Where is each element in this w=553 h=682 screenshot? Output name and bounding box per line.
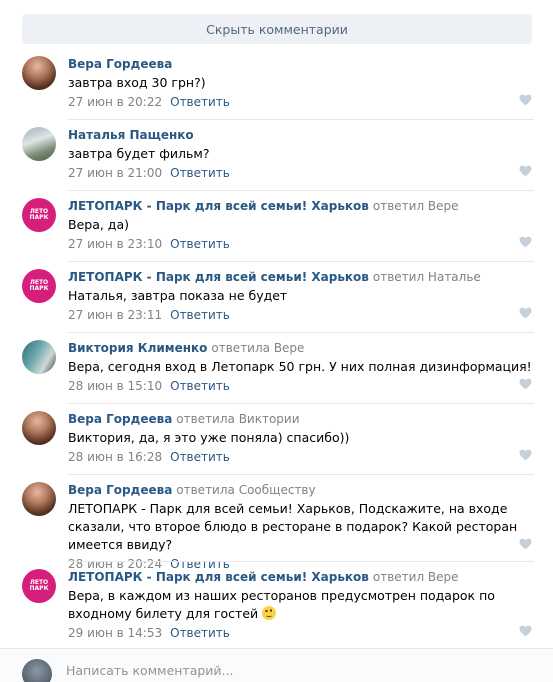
vera-avatar[interactable] (22, 482, 56, 516)
letopark-avatar[interactable]: ЛЕТО ПАРК (22, 198, 56, 232)
comment-author[interactable]: Наталья Пащенко (68, 128, 194, 142)
reply-button[interactable]: Ответить (170, 379, 230, 393)
reply-to-label[interactable]: ответил Наталье (373, 270, 481, 284)
reply-button[interactable]: Ответить (170, 308, 230, 322)
comment-item: Вера Гордеева ответила Виктории Виктория… (22, 411, 534, 475)
natalya-avatar[interactable] (22, 127, 56, 161)
current-user-avatar (22, 659, 52, 682)
hide-comments-button[interactable]: Скрыть комментарии (22, 14, 532, 44)
comment-time[interactable]: 29 июн в 14:53 (68, 626, 162, 640)
write-comment-box: Написать комментарий... (0, 648, 553, 682)
comment-time[interactable]: 28 июн в 16:28 (68, 450, 162, 464)
comment-text: завтра вход 30 грн?) (68, 75, 206, 90)
heart-icon[interactable] (519, 94, 532, 106)
comment-text: ЛЕТОПАРК - Парк для всей семьи! Харьков,… (68, 501, 518, 552)
logo-text: ПАРК (29, 285, 49, 292)
reply-button[interactable]: Ответить (170, 95, 230, 109)
comment-time[interactable]: 27 июн в 23:10 (68, 237, 162, 251)
heart-icon[interactable] (519, 378, 532, 390)
heart-icon[interactable] (519, 538, 532, 550)
reply-button[interactable]: Ответить (170, 626, 230, 640)
comment-input[interactable]: Написать комментарий... (66, 663, 233, 678)
vera-avatar[interactable] (22, 56, 56, 90)
heart-icon[interactable] (519, 625, 532, 637)
comment-item: Вера Гордеева ответила Сообществу ЛЕТОПА… (22, 482, 534, 571)
reply-to-label[interactable]: ответил Вере (373, 570, 459, 584)
comment-text: Вера, сегодня вход в Летопарк 50 грн. У … (68, 359, 532, 374)
comment-text: завтра будет фильм? (68, 146, 210, 161)
letopark-avatar[interactable]: ЛЕТО ПАРК (22, 569, 56, 603)
comment-author[interactable]: Виктория Клименко (68, 341, 207, 355)
heart-icon[interactable] (519, 307, 532, 319)
logo-text: ПАРК (29, 214, 49, 221)
heart-icon[interactable] (519, 449, 532, 461)
vera-avatar[interactable] (22, 411, 56, 445)
reply-button[interactable]: Ответить (170, 450, 230, 464)
comment-item: Вера Гордеева завтра вход 30 грн?) 27 ию… (22, 56, 534, 120)
heart-icon[interactable] (519, 165, 532, 177)
comment-item: ЛЕТО ПАРК ЛЕТОПАРК - Парк для всей семьи… (22, 198, 534, 262)
viktoria-avatar[interactable] (22, 340, 56, 374)
comment-author[interactable]: ЛЕТОПАРК - Парк для всей семьи! Харьков (68, 199, 369, 213)
comment-text: Вера, да) (68, 217, 129, 232)
letopark-avatar[interactable]: ЛЕТО ПАРК (22, 269, 56, 303)
reply-to-label[interactable]: ответила Вере (211, 341, 304, 355)
reply-button[interactable]: Ответить (170, 166, 230, 180)
comment-time[interactable]: 27 июн в 20:22 (68, 95, 162, 109)
comment-author[interactable]: Вера Гордеева (68, 412, 172, 426)
comment-time[interactable]: 27 июн в 23:11 (68, 308, 162, 322)
wink-emoji-icon (262, 606, 277, 620)
comment-text: Виктория, да, я это уже поняла) спасибо)… (68, 430, 350, 445)
comment-item: Наталья Пащенко завтра будет фильм? 27 и… (22, 127, 534, 191)
reply-to-label[interactable]: ответил Вере (373, 199, 459, 213)
logo-text: ПАРК (29, 585, 49, 592)
comment-author[interactable]: Вера Гордеева (68, 57, 172, 71)
comment-item: ЛЕТО ПАРК ЛЕТОПАРК - Парк для всей семьи… (22, 269, 534, 333)
comment-author[interactable]: ЛЕТОПАРК - Парк для всей семьи! Харьков (68, 270, 369, 284)
comment-text: Наталья, завтра показа не будет (68, 288, 288, 303)
comment-time[interactable]: 28 июн в 15:10 (68, 379, 162, 393)
reply-to-label[interactable]: ответила Сообществу (176, 483, 315, 497)
comment-author[interactable]: Вера Гордеева (68, 483, 172, 497)
heart-icon[interactable] (519, 236, 532, 248)
reply-to-label[interactable]: ответила Виктории (176, 412, 299, 426)
comment-item: Виктория Клименко ответила Вере Вера, се… (22, 340, 534, 404)
comment-author[interactable]: ЛЕТОПАРК - Парк для всей семьи! Харьков (68, 570, 369, 584)
reply-button[interactable]: Ответить (170, 237, 230, 251)
comment-item: ЛЕТО ПАРК ЛЕТОПАРК - Парк для всей семьи… (22, 569, 534, 641)
comment-text: Вера, в каждом из наших ресторанов преду… (68, 587, 533, 623)
comment-time[interactable]: 27 июн в 21:00 (68, 166, 162, 180)
comment-text-content: Вера, в каждом из наших ресторанов преду… (68, 588, 495, 621)
